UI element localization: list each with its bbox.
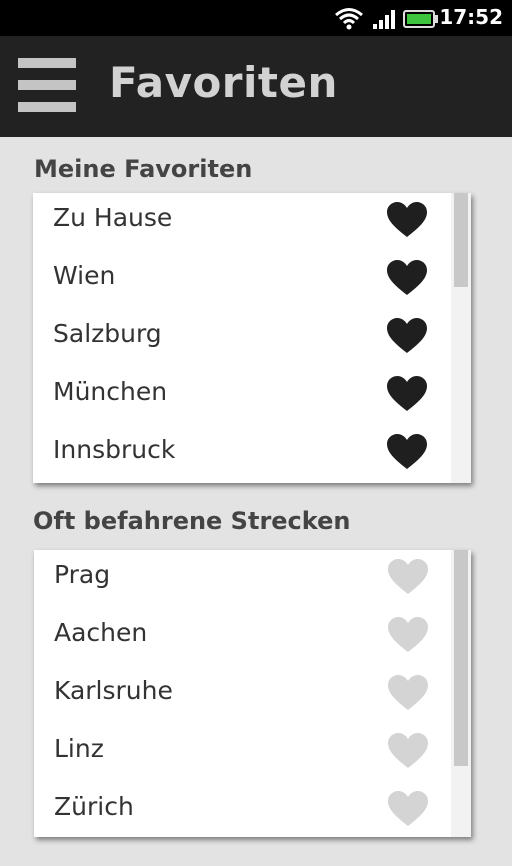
heart-filled-icon[interactable] [386,201,428,239]
frequent-routes-heading: Oft befahrene Strecken [33,507,351,535]
list-item-label: Wien [53,261,116,290]
list-item-label: Zu Hause [53,203,173,232]
scrollbar-track [451,193,471,483]
list-item-aachen[interactable]: Aachen [34,608,454,666]
list-item-prag[interactable]: Prag [34,550,454,608]
list-item-label: Linz [54,734,104,763]
scrollbar[interactable] [454,550,468,766]
list-item-wien[interactable]: Wien [33,251,453,309]
list-item-muenchen[interactable]: München [33,367,453,425]
list-item-label: Prag [54,560,111,589]
heart-filled-icon[interactable] [386,433,428,471]
battery-icon [403,10,438,28]
page-title: Favoriten [109,58,338,107]
heart-filled-icon[interactable] [386,375,428,413]
list-item-zuerich[interactable]: Zürich [34,782,454,837]
status-bar: 17:52 [0,0,512,36]
list-item-label: Innsbruck [53,435,176,464]
list-item-karlsruhe[interactable]: Karlsruhe [34,666,454,724]
list-item-label: Zürich [54,792,134,821]
list-item-label: Karlsruhe [54,676,173,705]
list-item-label: München [53,377,168,406]
list-item-label: Salzburg [53,319,162,348]
status-time: 17:52 [439,5,503,29]
list-item-linz[interactable]: Linz [34,724,454,782]
list-item-label: Aachen [54,618,148,647]
list-item-innsbruck[interactable]: Innsbruck [33,425,453,483]
heart-filled-icon[interactable] [386,317,428,355]
signal-icon [373,10,395,29]
heart-outline-icon[interactable] [387,790,429,828]
list-item-zu-hause[interactable]: Zu Hause [33,193,453,251]
frequent-routes-list[interactable]: Prag Aachen Karlsruhe Linz Zürich [34,550,471,837]
heart-outline-icon[interactable] [387,616,429,654]
favorites-list[interactable]: Zu Hause Wien Salzburg München Innsbruck [33,193,471,483]
scrollbar-track [451,550,471,837]
menu-icon[interactable] [18,58,76,114]
heart-outline-icon[interactable] [387,732,429,770]
heart-outline-icon[interactable] [387,674,429,712]
scrollbar[interactable] [454,193,468,287]
wifi-icon [335,8,363,30]
list-item-salzburg[interactable]: Salzburg [33,309,453,367]
app-bar: Favoriten [0,36,512,137]
heart-filled-icon[interactable] [386,259,428,297]
favorites-heading: Meine Favoriten [34,155,253,183]
heart-outline-icon[interactable] [387,558,429,596]
